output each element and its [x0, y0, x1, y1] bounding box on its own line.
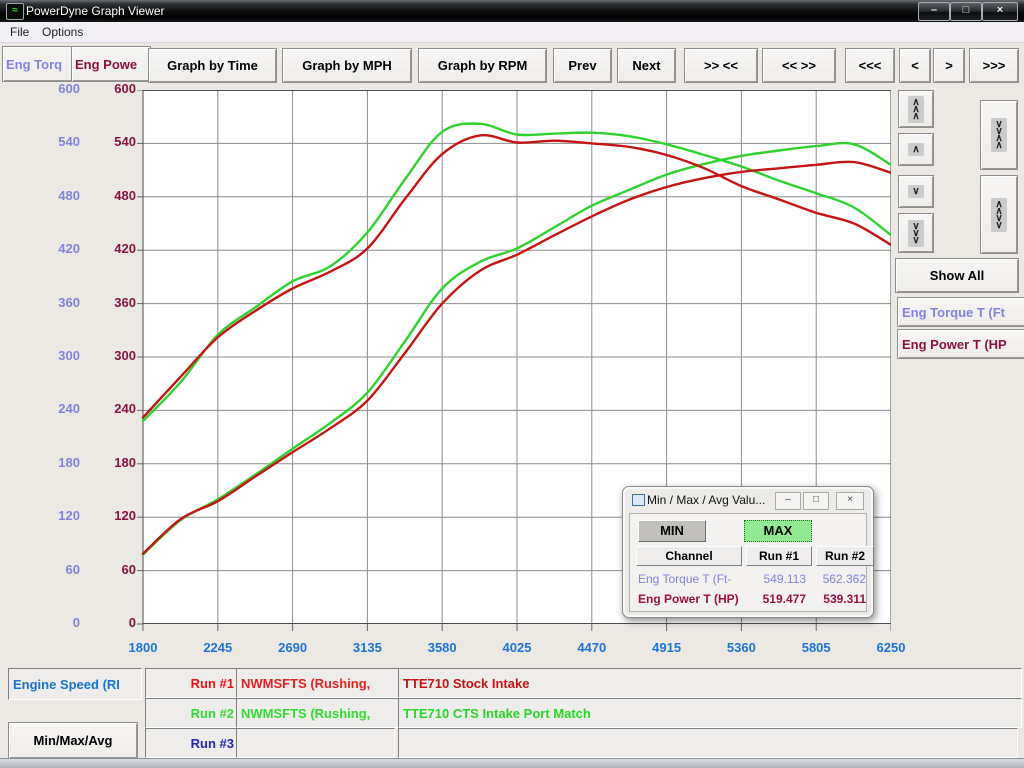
run1-description-box[interactable]: TTE710 Stock Intake [398, 668, 1022, 698]
y-scroll-down-button[interactable]: ∨ [898, 175, 934, 208]
row-power-channel: Eng Power T (HP) [638, 592, 746, 606]
dialog-minimize-icon[interactable]: – [775, 492, 801, 510]
y-tick-label: 120 [34, 508, 80, 523]
channel-label-torque[interactable]: Eng Torque T (Ft [897, 297, 1024, 327]
y-zoom-in-button[interactable]: ∨ ∨ ∧ ∧ [980, 100, 1018, 170]
y-tick-label: 540 [90, 134, 136, 149]
y-tick-label: 240 [90, 401, 136, 416]
minmax-dialog-title: Min / Max / Avg Valu... [647, 493, 765, 507]
close-icon[interactable]: × [982, 2, 1018, 21]
minimize-icon[interactable]: – [918, 2, 950, 21]
y-tick-label: 120 [90, 508, 136, 523]
y-tick-label: 180 [90, 455, 136, 470]
x-tick-label: 5805 [788, 640, 844, 655]
x-tick-label: 2690 [265, 640, 321, 655]
y-tick-label: 480 [34, 188, 80, 203]
y-tick-label: 300 [34, 348, 80, 363]
y-tick-label: 60 [34, 562, 80, 577]
run1-file-box: NWMSFTS (Rushing, [236, 668, 399, 698]
x-tick-label: 4915 [639, 640, 695, 655]
y-tick-label: 360 [90, 295, 136, 310]
next-button[interactable]: Next [617, 48, 676, 83]
row-power-run2-value: 539.311 [812, 592, 866, 606]
minmax-dialog: Min / Max / Avg Valu... – □ × MIN MAX Ch… [622, 486, 874, 618]
scroll-far-right-button[interactable]: >>> [969, 48, 1019, 83]
y-tick-label: 300 [90, 348, 136, 363]
row-torque-run1-value: 549.113 [746, 572, 806, 586]
row-torque-run2-value: 562.362 [812, 572, 866, 586]
y-tick-label: 60 [90, 562, 136, 577]
run2-label-box: Run #2 [145, 698, 241, 728]
zoom-in-x-button[interactable]: >> << [684, 48, 758, 83]
menu-options[interactable]: Options [38, 25, 87, 39]
min-button[interactable]: MIN [638, 520, 706, 542]
column-header-run1: Run #1 [746, 546, 812, 566]
dialog-restore-icon[interactable]: □ [803, 492, 829, 510]
menu-bar: File Options [0, 22, 1024, 43]
scroll-far-left-button[interactable]: <<< [845, 48, 895, 83]
y-tick-label: 360 [34, 295, 80, 310]
row-torque-channel: Eng Torque T (Ft- [638, 572, 746, 586]
dialog-icon [632, 494, 645, 506]
minmax-dialog-body: MIN MAX Channel Run #1 Run #2 Eng Torque… [629, 513, 867, 612]
window-frame-bottom [0, 758, 1024, 768]
graph-by-time-button[interactable]: Graph by Time [148, 48, 277, 83]
run1-label-box: Run #1 [145, 668, 241, 698]
row-power-run1-value: 519.477 [746, 592, 806, 606]
graph-by-rpm-button[interactable]: Graph by RPM [418, 48, 547, 83]
run3-file-box [236, 728, 395, 758]
y-tick-label: 480 [90, 188, 136, 203]
x-tick-label: 3135 [339, 640, 395, 655]
y-scroll-bottom-button[interactable]: ∨ ∨ ∨ [898, 213, 934, 253]
menu-file[interactable]: File [6, 25, 33, 39]
title-bar: ≈ PowerDyne Graph Viewer – □ × [0, 0, 1024, 22]
channel-label-power[interactable]: Eng Power T (HP [897, 329, 1024, 359]
minmax-avg-button[interactable]: Min/Max/Avg [8, 722, 138, 759]
x-axis-channel-box[interactable]: Engine Speed (RI [8, 668, 142, 700]
x-tick-label: 3580 [414, 640, 470, 655]
dialog-close-icon[interactable]: × [836, 492, 864, 510]
y-tick-label: 0 [34, 615, 80, 630]
x-tick-label: 4470 [564, 640, 620, 655]
run2-file-box: NWMSFTS (Rushing, [236, 698, 399, 728]
y-tick-label: 420 [90, 241, 136, 256]
y-tick-label: 180 [34, 455, 80, 470]
show-all-button[interactable]: Show All [895, 258, 1019, 293]
x-tick-label: 1800 [115, 640, 171, 655]
max-button[interactable]: MAX [744, 520, 812, 542]
graph-by-mph-button[interactable]: Graph by MPH [282, 48, 412, 83]
x-tick-label: 2245 [190, 640, 246, 655]
zoom-out-x-button[interactable]: << >> [762, 48, 836, 83]
y-tick-label: 600 [34, 81, 80, 96]
scroll-right-button[interactable]: > [933, 48, 965, 83]
y-tick-label: 240 [34, 401, 80, 416]
y-axis-button-torque[interactable]: Eng Torq [2, 46, 73, 82]
run3-description-box[interactable] [398, 728, 1018, 758]
column-header-channel: Channel [636, 546, 742, 566]
y-tick-label: 600 [90, 81, 136, 96]
y-scroll-up-button[interactable]: ∧ [898, 133, 934, 166]
x-tick-label: 5360 [713, 640, 769, 655]
y-tick-label: 540 [34, 134, 80, 149]
y-scroll-top-button[interactable]: ∧ ∧ ∧ [898, 90, 934, 128]
prev-button[interactable]: Prev [553, 48, 612, 83]
run3-label-box: Run #3 [145, 728, 241, 758]
run2-description-box[interactable]: TTE710 CTS Intake Port Match [398, 698, 1022, 728]
x-tick-label: 4025 [489, 640, 545, 655]
restore-icon[interactable]: □ [950, 2, 982, 21]
scroll-left-button[interactable]: < [899, 48, 931, 83]
app-window: ≈ PowerDyne Graph Viewer – □ × File Opti… [0, 0, 1024, 768]
y-axis-button-power[interactable]: Eng Powe [71, 46, 151, 82]
y-zoom-out-button[interactable]: ∧ ∧ ∨ ∨ [980, 175, 1018, 254]
column-header-run2: Run #2 [816, 546, 874, 566]
x-tick-label: 6250 [863, 640, 919, 655]
app-icon: ≈ [6, 3, 24, 20]
y-tick-label: 420 [34, 241, 80, 256]
window-title: PowerDyne Graph Viewer [26, 4, 165, 18]
y-tick-label: 0 [90, 615, 136, 630]
